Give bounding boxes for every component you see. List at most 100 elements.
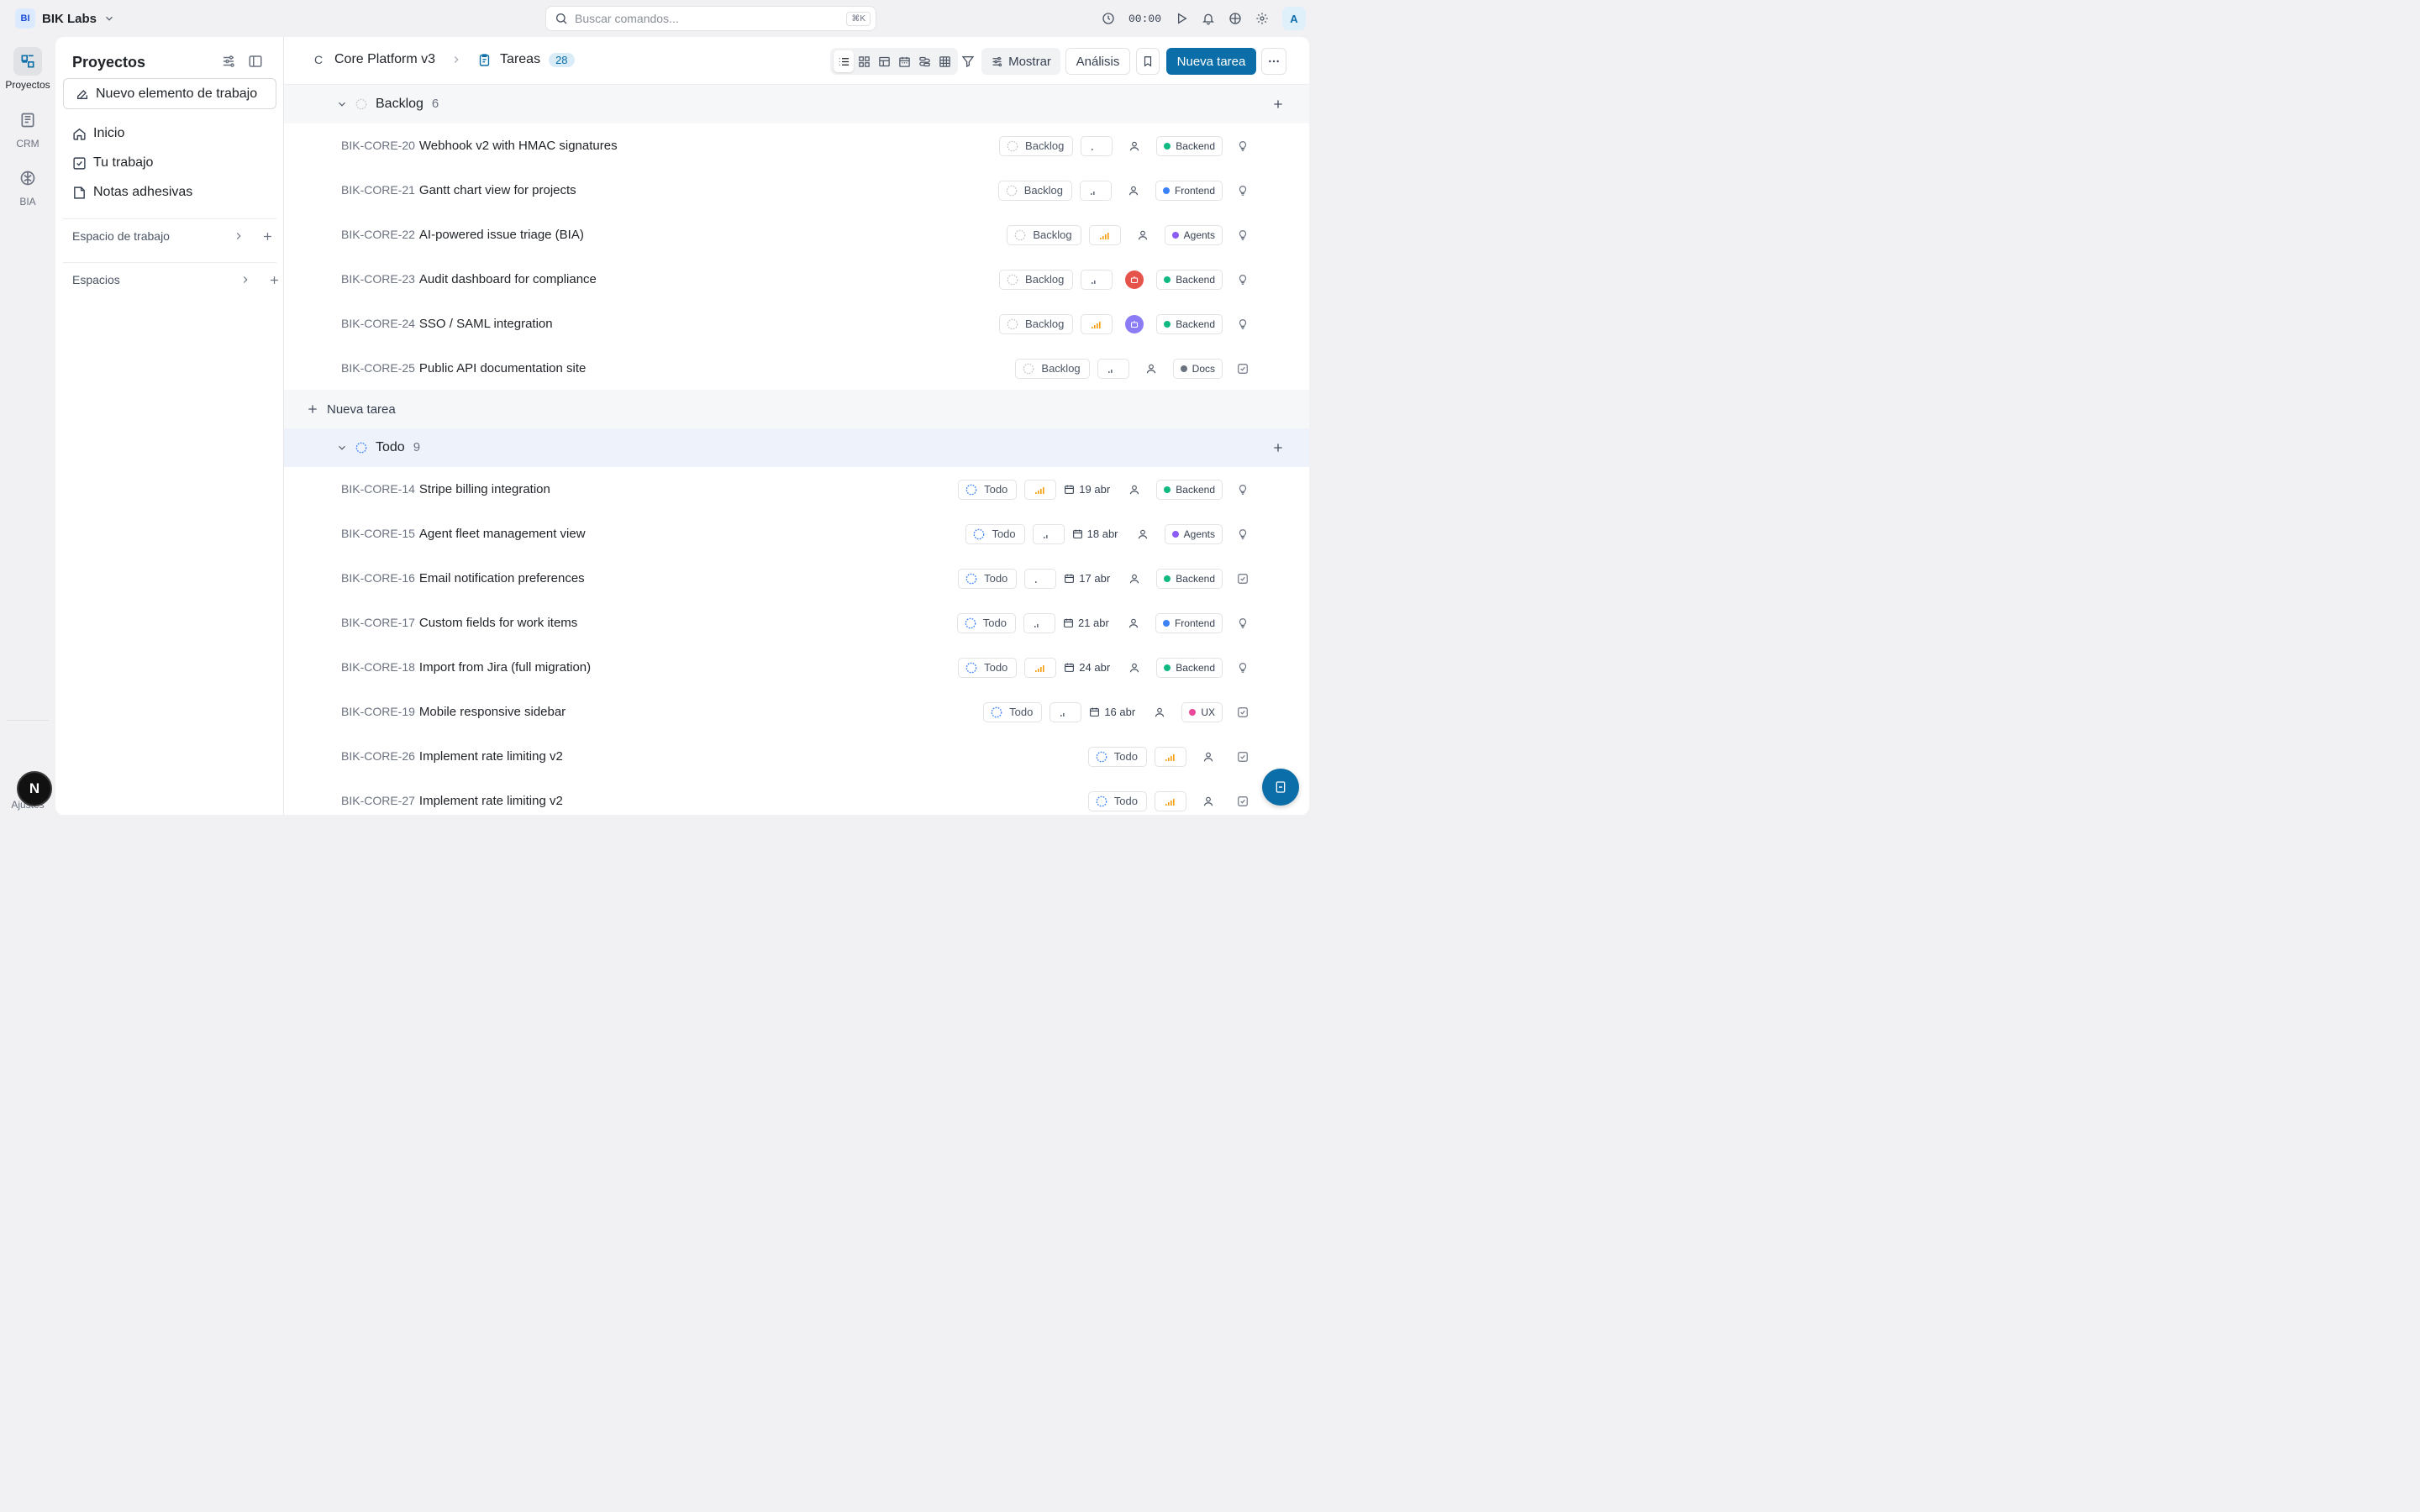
task-title[interactable]: Gantt chart view for projects — [419, 183, 576, 197]
priority-chip[interactable] — [1024, 479, 1057, 500]
task-title[interactable]: Stripe billing integration — [419, 482, 550, 496]
status-chip[interactable]: Todo — [1087, 746, 1147, 767]
bot-avatar[interactable] — [1125, 270, 1144, 289]
sliders-icon[interactable] — [221, 54, 236, 69]
priority-chip[interactable] — [1032, 523, 1065, 544]
floating-action-button[interactable] — [1262, 769, 1299, 806]
more-button[interactable] — [1261, 48, 1286, 75]
plus-icon[interactable] — [1271, 97, 1285, 111]
status-chip[interactable]: Todo — [958, 479, 1018, 500]
status-chip[interactable]: Todo — [1087, 790, 1147, 811]
task-title[interactable]: Implement rate limiting v2 — [419, 794, 563, 808]
due-date[interactable]: 19 abr — [1064, 483, 1113, 496]
status-chip[interactable]: Todo — [958, 657, 1018, 678]
task-title[interactable]: Import from Jira (full migration) — [419, 660, 591, 675]
task-row[interactable]: BIK-CORE-20 Webhook v2 with HMAC signatur… — [284, 123, 1309, 168]
app-badge[interactable]: N — [17, 771, 52, 806]
user-icon[interactable] — [1150, 702, 1170, 722]
sidebar-item-notas[interactable]: Notas adhesivas — [72, 185, 192, 200]
user-icon[interactable] — [1198, 791, 1218, 811]
section-espacios[interactable]: Espacios — [72, 273, 281, 286]
lightbulb-icon[interactable] — [1234, 662, 1252, 674]
user-icon[interactable] — [1123, 181, 1144, 201]
sidebar-toggle-icon[interactable] — [248, 54, 263, 69]
due-date[interactable]: 18 abr — [1072, 528, 1121, 540]
label-chip[interactable]: UX — [1181, 701, 1223, 722]
task-row[interactable]: BIK-CORE-26 Implement rate limiting v2 Tod… — [284, 734, 1309, 779]
clock-icon[interactable] — [1102, 12, 1115, 25]
user-icon[interactable] — [1124, 569, 1144, 589]
status-chip[interactable]: Backlog — [1015, 358, 1090, 379]
priority-chip[interactable] — [1024, 568, 1057, 589]
status-chip[interactable]: Todo — [958, 568, 1018, 589]
user-avatar[interactable]: A — [1282, 7, 1306, 30]
task-title[interactable]: Email notification preferences — [419, 571, 585, 585]
due-date[interactable]: 16 abr — [1089, 706, 1138, 718]
task-title[interactable]: Webhook v2 with HMAC signatures — [419, 139, 618, 153]
lightbulb-icon[interactable] — [1234, 318, 1252, 330]
bot-avatar[interactable] — [1125, 314, 1144, 333]
label-chip[interactable]: Backend — [1156, 135, 1223, 156]
priority-chip[interactable] — [1081, 135, 1113, 156]
status-chip[interactable]: Backlog — [999, 313, 1074, 334]
priority-chip[interactable] — [1155, 746, 1186, 767]
lightbulb-icon[interactable] — [1234, 140, 1252, 152]
label-chip[interactable]: Agents — [1164, 224, 1223, 245]
task-row[interactable]: BIK-CORE-22 AI-powered issue triage (BIA)… — [284, 213, 1309, 257]
breadcrumb-project[interactable]: Core Platform v3 — [334, 52, 435, 67]
list-view-icon[interactable] — [834, 50, 854, 72]
due-date[interactable]: 24 abr — [1064, 661, 1113, 674]
check-square-icon[interactable] — [1234, 363, 1252, 375]
check-square-icon[interactable] — [1234, 573, 1252, 585]
check-square-icon[interactable] — [1234, 706, 1252, 718]
label-chip[interactable]: Backend — [1156, 657, 1223, 678]
inline-new-task-row[interactable]: Nueva tarea — [284, 390, 1309, 428]
calendar-view-icon[interactable] — [894, 50, 914, 72]
check-square-icon[interactable] — [1234, 795, 1252, 807]
analysis-button[interactable]: Análisis — [1065, 48, 1130, 75]
priority-chip[interactable] — [1081, 313, 1113, 334]
search-input[interactable]: Buscar comandos... — [575, 12, 839, 25]
label-chip[interactable]: Backend — [1156, 479, 1223, 500]
new-task-button[interactable]: Nueva tarea — [1166, 48, 1256, 75]
plus-icon[interactable] — [268, 274, 281, 286]
task-title[interactable]: Public API documentation site — [419, 361, 586, 375]
lightbulb-icon[interactable] — [1234, 229, 1252, 241]
priority-chip[interactable] — [1088, 224, 1121, 245]
plus-icon[interactable] — [261, 230, 274, 243]
status-chip[interactable]: Backlog — [1007, 224, 1081, 245]
check-square-icon[interactable] — [1234, 751, 1252, 763]
chevron-right-icon[interactable] — [239, 274, 251, 286]
chevron-down-icon[interactable] — [336, 98, 348, 110]
label-chip[interactable]: Backend — [1156, 568, 1223, 589]
table-view-icon[interactable] — [874, 50, 894, 72]
sidebar-item-tu-trabajo[interactable]: Tu trabajo — [72, 155, 153, 171]
priority-chip[interactable] — [1079, 180, 1112, 201]
priority-chip[interactable] — [1155, 790, 1186, 811]
task-row[interactable]: BIK-CORE-16 Email notification preference… — [284, 556, 1309, 601]
user-icon[interactable] — [1124, 480, 1144, 500]
chevron-right-icon[interactable] — [233, 230, 245, 242]
section-espacio-de-trabajo[interactable]: Espacio de trabajo — [72, 229, 274, 243]
task-title[interactable]: SSO / SAML integration — [419, 317, 553, 331]
breadcrumb-section[interactable]: Tareas — [500, 52, 540, 67]
label-chip[interactable]: Frontend — [1155, 180, 1223, 201]
priority-chip[interactable] — [1050, 701, 1082, 722]
priority-chip[interactable] — [1081, 269, 1113, 290]
group-header-todo[interactable]: Todo 9 — [284, 428, 1309, 467]
priority-chip[interactable] — [1097, 358, 1129, 379]
spreadsheet-view-icon[interactable] — [934, 50, 955, 72]
label-chip[interactable]: Frontend — [1155, 612, 1223, 633]
user-icon[interactable] — [1124, 136, 1144, 156]
task-title[interactable]: AI-powered issue triage (BIA) — [419, 228, 584, 242]
label-chip[interactable]: Backend — [1156, 313, 1223, 334]
rail-item-proyectos[interactable]: Proyectos — [0, 47, 55, 91]
workspace-switcher[interactable]: BI BIK Labs — [15, 8, 115, 29]
bell-icon[interactable] — [1202, 12, 1215, 25]
user-icon[interactable] — [1198, 747, 1218, 767]
lightbulb-icon[interactable] — [1234, 274, 1252, 286]
task-title[interactable]: Agent fleet management view — [419, 527, 586, 541]
task-title[interactable]: Audit dashboard for compliance — [419, 272, 597, 286]
chevron-down-icon[interactable] — [336, 442, 348, 454]
task-row[interactable]: BIK-CORE-14 Stripe billing integration Tod… — [284, 467, 1309, 512]
